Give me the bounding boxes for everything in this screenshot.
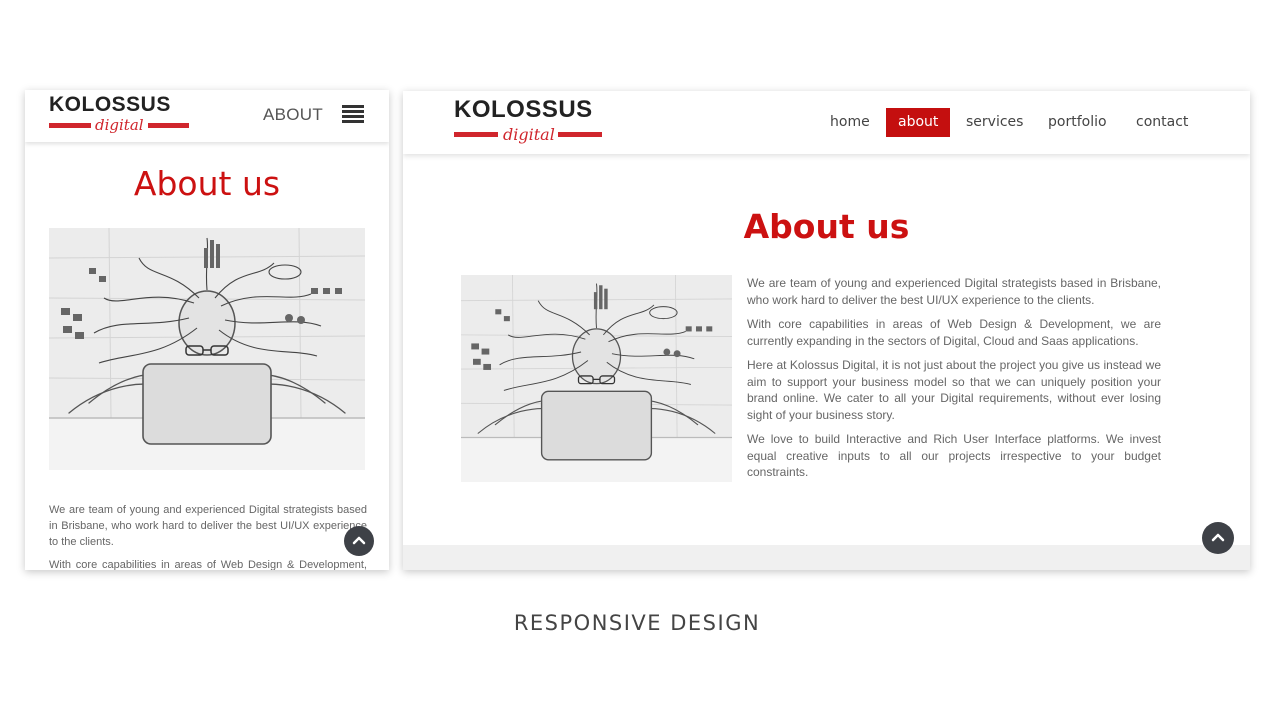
- logo-wordmark: KOLOSSUS: [49, 93, 171, 116]
- about-paragraph: With core capabilities in areas of Web D…: [747, 317, 1161, 348]
- logo-bar-right: [558, 132, 602, 137]
- logo-bar-left: [49, 123, 91, 128]
- mobile-about-text: We are team of young and experienced Dig…: [49, 502, 367, 570]
- logo-tagline: digital: [95, 116, 144, 134]
- about-paragraph: We are team of young and experienced Dig…: [747, 276, 1161, 307]
- page-title: About us: [743, 207, 910, 246]
- chevron-up-icon: [352, 536, 366, 545]
- nav-services[interactable]: services: [966, 108, 1023, 137]
- logo-wordmark: KOLOSSUS: [454, 96, 593, 123]
- chevron-up-icon: [1211, 533, 1225, 542]
- hamburger-icon[interactable]: [342, 105, 364, 123]
- about-paragraph: With core capabilities in areas of Web D…: [49, 559, 367, 570]
- about-paragraph: Here at Kolossus Digital, it is not just…: [747, 358, 1161, 422]
- about-illustration: [49, 228, 365, 470]
- logo-bar-left: [454, 132, 498, 137]
- logo-tagline: digital: [503, 125, 555, 144]
- nav-home[interactable]: home: [830, 108, 870, 137]
- kolossus-logo[interactable]: KOLOSSUS digital: [454, 98, 602, 148]
- logo-bar-right: [148, 123, 189, 128]
- desktop-preview: KOLOSSUS digital home about services por…: [403, 91, 1250, 570]
- about-paragraph: We love to build Interactive and Rich Us…: [747, 432, 1161, 479]
- scroll-to-top-button[interactable]: [344, 526, 374, 556]
- nav-portfolio[interactable]: portfolio: [1048, 108, 1107, 137]
- nav-about[interactable]: about: [886, 108, 951, 137]
- mobile-section-label: ABOUT: [263, 105, 324, 124]
- desktop-header: KOLOSSUS digital home about services por…: [403, 91, 1250, 154]
- desktop-about-text: We are team of young and experienced Dig…: [747, 275, 1161, 489]
- desktop-footer-strip: [403, 545, 1250, 570]
- kolossus-logo[interactable]: KOLOSSUS digital: [49, 94, 191, 138]
- about-illustration: [461, 275, 732, 482]
- nav-contact[interactable]: contact: [1136, 108, 1188, 137]
- page-title: About us: [133, 164, 281, 203]
- about-paragraph: We are team of young and experienced Dig…: [49, 504, 367, 548]
- mobile-header: KOLOSSUS digital ABOUT: [25, 90, 389, 142]
- scroll-to-top-button[interactable]: [1202, 522, 1234, 554]
- mobile-preview: KOLOSSUS digital ABOUT About us We are t…: [25, 90, 389, 570]
- caption: RESPONSIVE DESIGN: [513, 611, 761, 635]
